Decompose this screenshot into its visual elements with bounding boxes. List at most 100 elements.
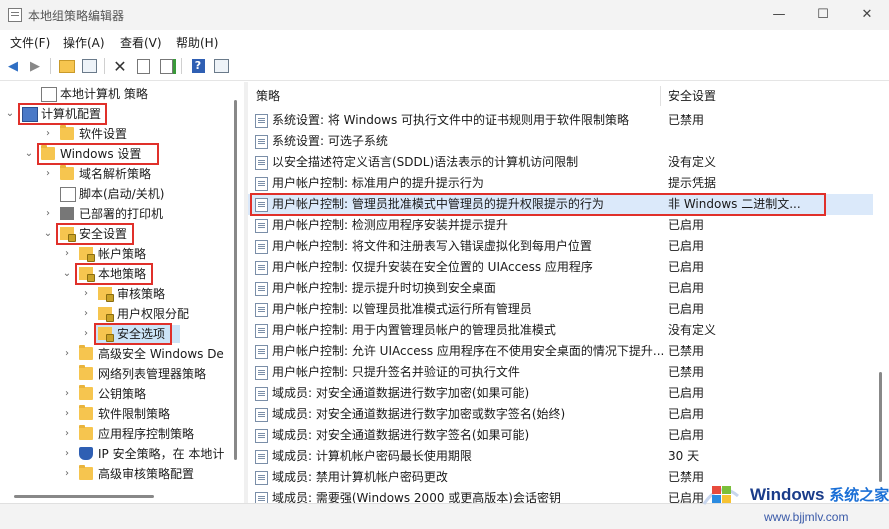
column-header-setting[interactable]: 安全设置 bbox=[668, 82, 858, 110]
scrollbar-thumb[interactable] bbox=[234, 100, 237, 460]
policy-row[interactable]: 域成员: 对安全通道数据进行数字加密或数字签名(始终) 已启用 bbox=[248, 404, 873, 425]
help-icon[interactable]: ? bbox=[189, 57, 207, 75]
menu-view[interactable]: 查看(V) bbox=[120, 34, 162, 51]
expand-chevron-icon[interactable]: › bbox=[61, 244, 73, 264]
policy-row[interactable]: 以安全描述符定义语言(SDDL)语法表示的计算机访问限制 没有定义 bbox=[248, 152, 873, 173]
expand-chevron-icon[interactable]: › bbox=[42, 164, 54, 184]
collapse-chevron-icon[interactable]: ⌄ bbox=[23, 144, 35, 164]
expand-chevron-icon[interactable]: › bbox=[61, 424, 73, 444]
title-bar: 本地组策略编辑器 — ☐ ✕ bbox=[0, 0, 889, 30]
list-vertical-scrollbar[interactable] bbox=[873, 82, 889, 503]
expand-chevron-icon[interactable]: › bbox=[42, 204, 54, 224]
policy-row[interactable]: 用户帐户控制: 允许 UIAccess 应用程序在不使用安全桌面的情况下提升..… bbox=[248, 341, 873, 362]
policy-icon bbox=[255, 261, 268, 275]
folder-icon bbox=[79, 465, 93, 480]
view-icon[interactable] bbox=[212, 57, 230, 75]
column-divider[interactable] bbox=[660, 86, 661, 106]
expand-chevron-icon[interactable]: › bbox=[61, 464, 73, 484]
collapse-chevron-icon[interactable]: ⌄ bbox=[61, 264, 73, 284]
policy-row[interactable]: 用户帐户控制: 用于内置管理员帐户的管理员批准模式 没有定义 bbox=[248, 320, 873, 341]
column-header-policy[interactable]: 策略 bbox=[256, 82, 656, 110]
tree-item-label: 审核策略 bbox=[117, 287, 166, 301]
scrollbar-thumb[interactable] bbox=[879, 372, 882, 482]
expand-chevron-icon[interactable]: › bbox=[42, 124, 54, 144]
policy-row[interactable]: 用户帐户控制: 以管理员批准模式运行所有管理员 已启用 bbox=[248, 299, 873, 320]
scrollbar-thumb[interactable] bbox=[14, 495, 154, 498]
policy-icon bbox=[255, 324, 268, 338]
properties-icon[interactable] bbox=[134, 57, 152, 75]
collapse-chevron-icon[interactable]: ⌄ bbox=[42, 224, 54, 244]
tree-vertical-scrollbar[interactable] bbox=[228, 82, 244, 488]
delete-icon[interactable]: ✕ bbox=[111, 57, 129, 76]
tree-item[interactable]: › 软件设置 bbox=[0, 124, 228, 144]
expand-chevron-icon[interactable]: › bbox=[61, 384, 73, 404]
policy-row[interactable]: 系统设置: 将 Windows 可执行文件中的证书规则用于软件限制策略 已禁用 bbox=[248, 110, 873, 131]
expand-chevron-icon[interactable]: › bbox=[80, 284, 92, 304]
collapse-chevron-icon[interactable]: ⌄ bbox=[4, 104, 16, 124]
highlight-frame bbox=[56, 223, 134, 245]
tree-item[interactable]: › 帐户策略 bbox=[0, 244, 228, 264]
policy-name: 用户帐户控制: 以管理员批准模式运行所有管理员 bbox=[272, 302, 532, 316]
show-hide-tree-icon[interactable] bbox=[80, 57, 98, 75]
tree-item[interactable]: 本地计算机 策略 bbox=[0, 84, 228, 104]
policy-setting: 已启用 bbox=[668, 407, 705, 421]
tree-item[interactable]: 网络列表管理器策略 bbox=[0, 364, 228, 384]
menu-action[interactable]: 操作(A) bbox=[63, 34, 105, 51]
menu-file[interactable]: 文件(F) bbox=[10, 34, 50, 51]
expand-chevron-icon[interactable]: › bbox=[61, 444, 73, 464]
tree-item[interactable]: › 公钥策略 bbox=[0, 384, 228, 404]
toolbar-separator bbox=[104, 58, 105, 74]
tree-item[interactable]: › 高级安全 Windows De bbox=[0, 344, 228, 364]
folder-icon bbox=[79, 385, 93, 400]
policy-row[interactable]: 系统设置: 可选子系统 bbox=[248, 131, 873, 152]
tree-item[interactable]: › 高级审核策略配置 bbox=[0, 464, 228, 484]
tree-item-label: 高级安全 Windows De bbox=[98, 347, 224, 361]
policy-row[interactable]: 用户帐户控制: 标准用户的提升提示行为 提示凭据 bbox=[248, 173, 873, 194]
tree-item-label: 应用程序控制策略 bbox=[98, 427, 195, 441]
policy-row[interactable]: 用户帐户控制: 将文件和注册表写入错误虚拟化到每用户位置 已启用 bbox=[248, 236, 873, 257]
minimize-button[interactable]: — bbox=[757, 0, 801, 30]
expand-chevron-icon[interactable]: › bbox=[61, 344, 73, 364]
tree-item-label: 高级审核策略配置 bbox=[98, 467, 195, 481]
maximize-button[interactable]: ☐ bbox=[801, 0, 845, 30]
tree-item[interactable]: › IP 安全策略，在 本地计 bbox=[0, 444, 228, 464]
policy-icon bbox=[255, 219, 268, 233]
forward-arrow-icon[interactable]: ▶ bbox=[26, 57, 44, 75]
policy-row[interactable]: 域成员: 对安全通道数据进行数字加密(如果可能) 已启用 bbox=[248, 383, 873, 404]
policy-row[interactable]: 用户帐户控制: 仅提升安装在安全位置的 UIAccess 应用程序 已启用 bbox=[248, 257, 873, 278]
tree-item[interactable]: › 审核策略 bbox=[0, 284, 228, 304]
policy-icon bbox=[255, 177, 268, 191]
tree-horizontal-scrollbar[interactable] bbox=[0, 488, 244, 503]
tree-item[interactable]: › 域名解析策略 bbox=[0, 164, 228, 184]
policy-row[interactable]: 用户帐户控制: 提示提升时切换到安全桌面 已启用 bbox=[248, 278, 873, 299]
expand-chevron-icon[interactable]: › bbox=[80, 324, 92, 344]
tree-item[interactable]: › 应用程序控制策略 bbox=[0, 424, 228, 444]
tree-item-label: 软件设置 bbox=[79, 127, 128, 141]
policy-icon bbox=[255, 114, 268, 128]
expand-chevron-icon[interactable]: › bbox=[80, 304, 92, 324]
policy-row[interactable]: 用户帐户控制: 检测应用程序安装并提示提升 已启用 bbox=[248, 215, 873, 236]
up-folder-icon[interactable] bbox=[58, 57, 76, 75]
toolbar-separator bbox=[181, 58, 182, 74]
tree-item[interactable]: › 用户权限分配 bbox=[0, 304, 228, 324]
policy-icon bbox=[255, 240, 268, 254]
expand-chevron-icon[interactable]: › bbox=[61, 404, 73, 424]
back-arrow-icon[interactable]: ◀ bbox=[4, 57, 22, 75]
folder-icon bbox=[79, 365, 93, 380]
policy-icon bbox=[255, 408, 268, 422]
tree-item[interactable]: › 软件限制策略 bbox=[0, 404, 228, 424]
policy-row[interactable]: 用户帐户控制: 只提升签名并验证的可执行文件 已禁用 bbox=[248, 362, 873, 383]
tree-item[interactable]: 脚本(启动/关机) bbox=[0, 184, 228, 204]
policy-setting: 已禁用 bbox=[668, 344, 705, 358]
policy-icon bbox=[255, 156, 268, 170]
toolbar-separator bbox=[50, 58, 51, 74]
close-button[interactable]: ✕ bbox=[845, 0, 889, 30]
menu-help[interactable]: 帮助(H) bbox=[176, 34, 218, 51]
export-list-icon[interactable] bbox=[157, 57, 175, 75]
policy-row[interactable]: 域成员: 对安全通道数据进行数字签名(如果可能) 已启用 bbox=[248, 425, 873, 446]
tree-item[interactable]: › 已部署的打印机 bbox=[0, 204, 228, 224]
policy-setting: 已禁用 bbox=[668, 113, 705, 127]
highlight-frame bbox=[94, 323, 172, 345]
policy-row[interactable]: 域成员: 计算机帐户密码最长使用期限 30 天 bbox=[248, 446, 873, 467]
tree-item-label: 软件限制策略 bbox=[98, 407, 171, 421]
